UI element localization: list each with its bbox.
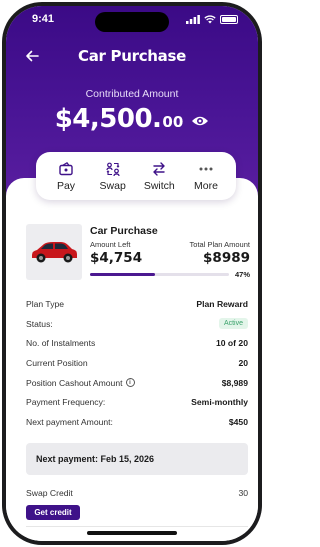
detail-row-instalments: No. of Instalments 10 of 20 <box>26 333 248 353</box>
detail-label: Next payment Amount: <box>26 416 113 427</box>
detail-value: Semi-monthly <box>191 397 248 408</box>
contributed-amount-label: Contributed Amount <box>85 88 179 100</box>
switch-label: Switch <box>143 179 175 192</box>
progress-percent: 47% <box>234 270 250 279</box>
action-bar: Pay Swap Switch More <box>36 152 236 200</box>
detail-label: Current Position <box>26 357 88 368</box>
screen: 9:41 Car Purchase Contributed Amount $4,… <box>6 6 258 541</box>
swap-credit-label: Swap Credit <box>26 488 73 498</box>
more-label: More <box>194 179 218 192</box>
divider <box>26 526 248 527</box>
page-title: Car Purchase <box>77 47 186 65</box>
total-amount-label: Total Plan Amount <box>189 240 250 249</box>
top-nav: Car Purchase <box>6 44 258 68</box>
detail-value: $8,989 <box>221 377 248 388</box>
amount-main: $4,500. <box>54 104 162 134</box>
back-arrow-icon <box>26 50 39 62</box>
car-icon <box>32 242 77 263</box>
back-button[interactable] <box>22 46 42 66</box>
car-image <box>26 224 82 280</box>
pay-button[interactable]: Pay <box>44 152 88 200</box>
total-amount-value: $8989 <box>203 250 250 266</box>
swap-credit-value: 30 <box>238 488 248 498</box>
detail-label: Payment Frequency: <box>26 397 106 408</box>
plan-details: Plan Type Plan Reward Status: Active No.… <box>26 294 248 432</box>
swap-button[interactable]: Swap <box>91 152 135 200</box>
detail-label: No. of Instalments <box>26 338 96 349</box>
home-indicator[interactable] <box>87 531 177 535</box>
plan-progress: 47% <box>90 270 250 279</box>
plan-info: Car Purchase Amount Left $4,754 Total Pl… <box>90 224 250 280</box>
plan-amounts: Amount Left $4,754 Total Plan Amount $89… <box>90 240 250 266</box>
switch-button[interactable]: Switch <box>137 152 181 200</box>
phone-frame: 9:41 Car Purchase Contributed Amount $4,… <box>2 2 262 545</box>
dynamic-island <box>95 12 169 32</box>
amount-left-value: $4,754 <box>90 250 143 266</box>
wallet-icon <box>59 161 73 175</box>
detail-row-frequency: Payment Frequency: Semi-monthly <box>26 392 248 412</box>
amount-left-block: Amount Left $4,754 <box>90 240 142 266</box>
detail-label: Status: <box>26 318 53 329</box>
status-time: 9:41 <box>32 13 55 25</box>
eye-icon[interactable] <box>191 114 209 128</box>
plan-summary-card: Car Purchase Amount Left $4,754 Total Pl… <box>26 224 250 280</box>
detail-label-text: Position Cashout Amount <box>26 377 123 388</box>
signal-icon <box>186 14 200 24</box>
wifi-icon <box>204 14 216 23</box>
detail-value: 10 of 20 <box>215 338 248 349</box>
swap-users-icon <box>106 162 120 176</box>
detail-value: Plan Reward <box>196 298 248 309</box>
detail-row-current-position: Current Position 20 <box>26 353 248 373</box>
detail-row-status: Status: Active <box>26 314 248 334</box>
get-credit-button[interactable]: Get credit <box>26 505 80 520</box>
info-icon[interactable]: i <box>125 378 135 388</box>
contributed-amount: $4,500. 00 <box>6 104 258 138</box>
next-payment-banner: Next payment: Feb 15, 2026 <box>26 443 248 475</box>
detail-value: $450 <box>228 416 248 427</box>
battery-icon <box>220 14 238 24</box>
progress-track <box>90 273 229 276</box>
swap-credit-row: Swap Credit 30 <box>26 486 248 500</box>
detail-row-next-amount: Next payment Amount: $450 <box>26 412 248 432</box>
status-badge: Active <box>218 318 248 330</box>
progress-fill <box>90 273 156 276</box>
detail-row-plan-type: Plan Type Plan Reward <box>26 294 248 314</box>
pay-label: Pay <box>56 179 76 192</box>
total-amount-block: Total Plan Amount $8989 <box>190 240 250 266</box>
plan-name: Car Purchase <box>90 225 158 237</box>
detail-label-cashout: Position Cashout Amount i <box>26 378 135 388</box>
amount-cents: 00 <box>162 113 184 131</box>
swap-label: Swap <box>99 179 126 192</box>
status-bar: 9:41 <box>6 6 258 32</box>
detail-value: 20 <box>238 357 248 368</box>
detail-label: Plan Type <box>26 298 65 309</box>
status-icons <box>186 14 238 24</box>
more-dots-icon <box>199 167 213 170</box>
switch-arrows-icon <box>153 161 166 176</box>
detail-row-cashout: Position Cashout Amount i $8,989 <box>26 373 248 393</box>
amount-left-label: Amount Left <box>90 240 131 249</box>
more-button[interactable]: More <box>184 152 228 200</box>
